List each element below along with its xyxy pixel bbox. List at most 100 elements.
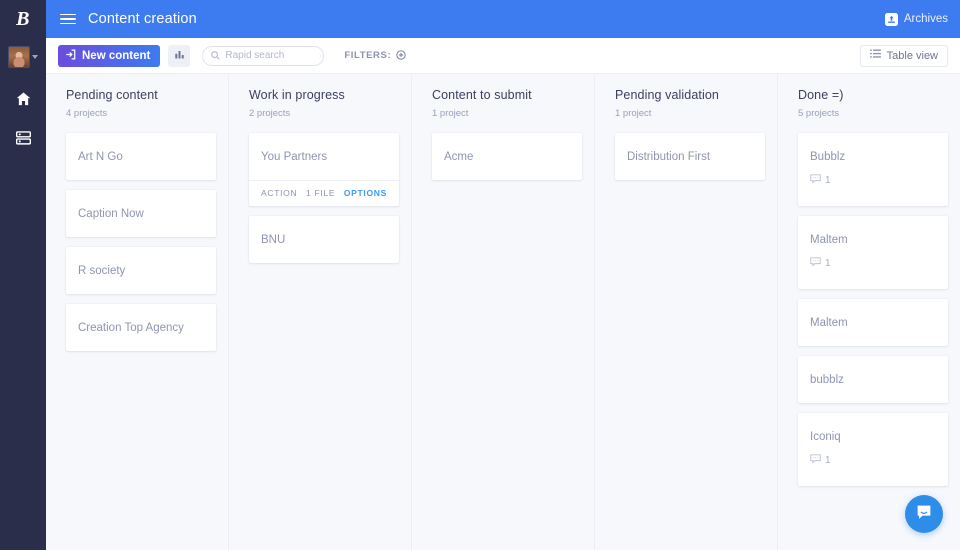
project-card[interactable]: Caption Now — [66, 190, 216, 237]
search-input[interactable] — [225, 50, 316, 61]
project-card[interactable]: Maltem 1 — [798, 216, 948, 289]
card-body: Art N Go — [66, 133, 216, 180]
card-title: Acme — [444, 151, 474, 163]
comment-count: 1 — [825, 257, 831, 269]
chat-launcher-button[interactable] — [905, 495, 943, 533]
server-list-icon — [15, 131, 31, 145]
card-title: Maltem — [810, 234, 848, 246]
project-card[interactable]: Maltem — [798, 299, 948, 346]
card-title: Caption Now — [78, 208, 144, 220]
comment-icon — [810, 171, 821, 189]
project-card[interactable]: R society — [66, 247, 216, 294]
card-title: Art N Go — [78, 151, 123, 163]
column-count: 2 projects — [249, 108, 291, 119]
card-title: Distribution First — [627, 151, 711, 163]
card-action-bar: ACTION 1 FILE OPTIONS — [249, 180, 399, 206]
card-title: Maltem — [810, 317, 848, 329]
card-body: BNU — [249, 216, 399, 263]
statistics-button[interactable] — [168, 44, 191, 67]
archives-button[interactable]: Archives — [884, 12, 948, 26]
project-card[interactable]: bubblz — [798, 356, 948, 403]
comment-count: 1 — [825, 454, 831, 466]
project-card[interactable]: Bubblz 1 — [798, 133, 948, 206]
page-title: Content creation — [88, 11, 197, 27]
rail-nav — [12, 88, 34, 149]
board-column: Done =) 5 projects Bubblz 1 Maltem 1 Maltem bub… — [778, 74, 960, 550]
toolbar: New content Rapid search FILTERS: Table … — [46, 38, 960, 74]
filters-label: FILTERS: — [344, 50, 392, 61]
new-content-icon — [65, 49, 76, 63]
user-menu[interactable] — [0, 40, 46, 74]
avatar — [8, 46, 30, 68]
project-card[interactable]: Iconiq 1 — [798, 413, 948, 486]
card-body: R society — [66, 247, 216, 294]
top-bar: Content creation Archives — [46, 0, 960, 38]
card-body: Bubblz 1 — [798, 133, 948, 206]
card-title: Creation Top Agency — [78, 322, 184, 334]
card-options-button[interactable]: OPTIONS — [344, 188, 387, 198]
board-column: Work in progress 2 projects You Partners AC… — [229, 74, 412, 550]
card-comments: 1 — [810, 171, 936, 189]
comment-icon — [810, 254, 821, 272]
archives-label: Archives — [903, 13, 948, 25]
card-body: Caption Now — [66, 190, 216, 237]
card-body: Maltem 1 — [798, 216, 948, 289]
card-title: Bubblz — [810, 151, 846, 163]
column-count: 1 project — [615, 108, 652, 119]
card-body: Distribution First — [615, 133, 765, 180]
card-title: You Partners — [261, 151, 328, 163]
project-card[interactable]: You Partners ACTION 1 FILE OPTIONS — [249, 133, 399, 206]
home-icon — [16, 92, 31, 106]
new-content-button[interactable]: New content — [58, 44, 161, 67]
card-comments: 1 — [810, 254, 936, 272]
sidebar-item-projects[interactable] — [12, 127, 34, 149]
project-card[interactable]: Distribution First — [615, 133, 765, 180]
card-body: Acme — [432, 133, 582, 180]
filters-control[interactable]: FILTERS: — [344, 47, 406, 65]
app-root: B Content creation Archives New content … — [0, 0, 960, 550]
column-title: Done =) — [798, 88, 844, 102]
table-view-label: Table view — [886, 49, 938, 62]
table-view-button[interactable]: Table view — [859, 44, 948, 67]
board-column: Pending content 4 projects Art N Go Caption… — [46, 74, 229, 550]
column-title: Pending validation — [615, 88, 719, 102]
sidebar-item-home[interactable] — [12, 88, 34, 110]
project-card[interactable]: Creation Top Agency — [66, 304, 216, 351]
filter-add-icon — [396, 47, 406, 65]
card-comments: 1 — [810, 451, 936, 469]
comment-icon — [810, 451, 821, 469]
brand-logo[interactable]: B — [0, 0, 46, 38]
card-file-count: 1 FILE — [305, 188, 336, 198]
column-title: Pending content — [66, 88, 158, 102]
card-body: You Partners — [249, 133, 399, 180]
project-card[interactable]: Acme — [432, 133, 582, 180]
comment-count: 1 — [825, 174, 831, 186]
hamburger-menu-icon[interactable] — [60, 13, 76, 25]
board-column: Content to submit 1 project Acme — [412, 74, 595, 550]
search-box[interactable] — [202, 45, 325, 66]
archive-box-icon — [884, 12, 898, 26]
column-count: 5 projects — [798, 108, 840, 119]
column-count: 4 projects — [66, 108, 108, 119]
column-title: Content to submit — [432, 88, 532, 102]
card-action-button[interactable]: ACTION — [261, 188, 297, 198]
column-count: 1 project — [432, 108, 469, 119]
bar-chart-icon — [174, 48, 185, 63]
card-title: Iconiq — [810, 431, 841, 443]
main-area: Content creation Archives New content Ra… — [46, 0, 960, 550]
board-column: Pending validation 1 project Distribution … — [595, 74, 778, 550]
new-content-label: New content — [82, 49, 151, 62]
chevron-down-icon — [32, 55, 38, 59]
card-body: Maltem — [798, 299, 948, 346]
search-icon — [211, 47, 221, 65]
chat-bubble-icon — [914, 502, 934, 527]
card-title: R society — [78, 265, 126, 277]
project-card[interactable]: Art N Go — [66, 133, 216, 180]
card-body: Iconiq 1 — [798, 413, 948, 486]
list-view-icon — [869, 49, 881, 62]
left-rail: B — [0, 0, 46, 550]
project-card[interactable]: BNU — [249, 216, 399, 263]
card-body: bubblz — [798, 356, 948, 403]
kanban-board: Pending content 4 projects Art N Go Caption… — [46, 74, 960, 550]
card-body: Creation Top Agency — [66, 304, 216, 351]
